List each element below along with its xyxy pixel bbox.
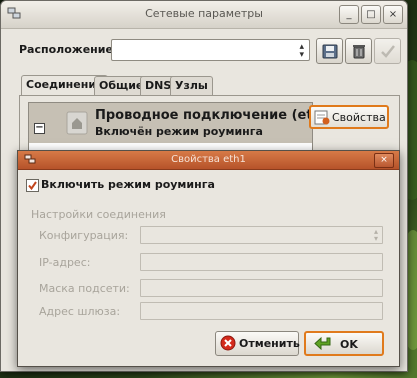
minimize-button[interactable]: _ xyxy=(339,5,359,24)
subnet-mask-label: Маска подсети: xyxy=(39,282,130,295)
delete-icon xyxy=(353,45,365,59)
roaming-checkbox-label[interactable]: Включить режим роуминга xyxy=(41,178,215,191)
ok-button[interactable]: OK xyxy=(304,331,384,356)
collapse-expander[interactable]: − xyxy=(34,123,45,134)
ok-button-label: OK xyxy=(340,338,358,351)
properties-icon xyxy=(314,110,330,125)
apply-location-button[interactable] xyxy=(374,38,401,64)
combo-arrows-icon: ▴ ▾ xyxy=(373,227,378,243)
eth1-properties-dialog: Свойства eth1 × Включить режим роуминга … xyxy=(17,150,400,367)
title-bar: Сетевые параметры _ □ × xyxy=(1,1,407,29)
close-button[interactable]: × xyxy=(383,5,403,24)
connection-title: Проводное подключение (et... xyxy=(95,108,328,123)
ok-arrow-icon xyxy=(314,336,331,351)
subnet-mask-field[interactable] xyxy=(140,279,383,297)
connection-settings-heading: Настройки соединения xyxy=(31,208,166,221)
ip-address-field[interactable] xyxy=(140,253,383,271)
save-location-button[interactable] xyxy=(316,38,343,64)
roaming-checkbox[interactable] xyxy=(26,179,39,192)
save-icon xyxy=(322,44,338,59)
cancel-icon xyxy=(220,335,236,351)
connection-row[interactable]: − Проводное подключение (et... Включён р… xyxy=(29,103,327,143)
connection-status: Включён режим роуминга xyxy=(95,125,263,138)
delete-location-button[interactable] xyxy=(345,38,372,64)
combo-arrows-icon: ▴ ▾ xyxy=(299,42,304,60)
maximize-button[interactable]: □ xyxy=(361,5,381,24)
ip-address-label: IP-адрес: xyxy=(39,256,91,269)
wired-connection-icon xyxy=(66,111,88,135)
dialog-title: Свойства eth1 xyxy=(171,154,246,165)
cancel-button-label: Отменить xyxy=(239,337,300,350)
properties-button[interactable]: Свойства xyxy=(309,105,389,129)
configuration-select[interactable]: ▴ ▾ xyxy=(140,226,383,244)
location-combo[interactable]: ▴ ▾ xyxy=(111,39,310,61)
properties-button-label: Свойства xyxy=(332,111,386,124)
location-label: Расположение: xyxy=(19,43,118,56)
tab-hosts[interactable]: Узлы xyxy=(170,76,213,95)
check-icon xyxy=(381,45,395,58)
cancel-button[interactable]: Отменить xyxy=(215,331,300,356)
dialog-close-button[interactable]: × xyxy=(374,153,394,168)
checkmark-icon xyxy=(28,181,37,191)
dialog-title-bar: Свойства eth1 × xyxy=(18,151,399,170)
gateway-field[interactable] xyxy=(140,302,383,320)
gateway-label: Адрес шлюза: xyxy=(39,305,121,318)
configuration-label: Конфигурация: xyxy=(39,229,129,242)
